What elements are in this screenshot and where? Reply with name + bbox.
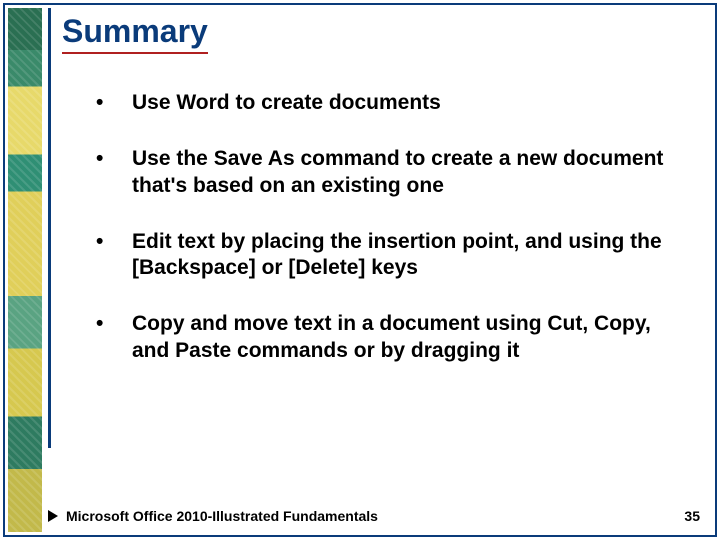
page-number: 35 <box>684 508 700 524</box>
list-item: Use the Save As command to create a new … <box>90 146 675 199</box>
footer-left: Microsoft Office 2010-Illustrated Fundam… <box>48 508 378 524</box>
slide-title: Summary <box>62 14 208 49</box>
list-item: Edit text by placing the insertion point… <box>90 229 675 282</box>
footer-text: Microsoft Office 2010-Illustrated Fundam… <box>66 508 378 524</box>
title-underline <box>62 52 208 54</box>
bullet-list: Use Word to create documents Use the Sav… <box>90 90 675 394</box>
vertical-rule <box>48 8 51 448</box>
play-arrow-icon <box>48 510 58 522</box>
decorative-texture-strip <box>8 8 42 532</box>
list-item: Use Word to create documents <box>90 90 675 116</box>
list-item: Copy and move text in a document using C… <box>90 311 675 364</box>
title-block: Summary <box>62 14 208 54</box>
footer: Microsoft Office 2010-Illustrated Fundam… <box>48 508 700 524</box>
